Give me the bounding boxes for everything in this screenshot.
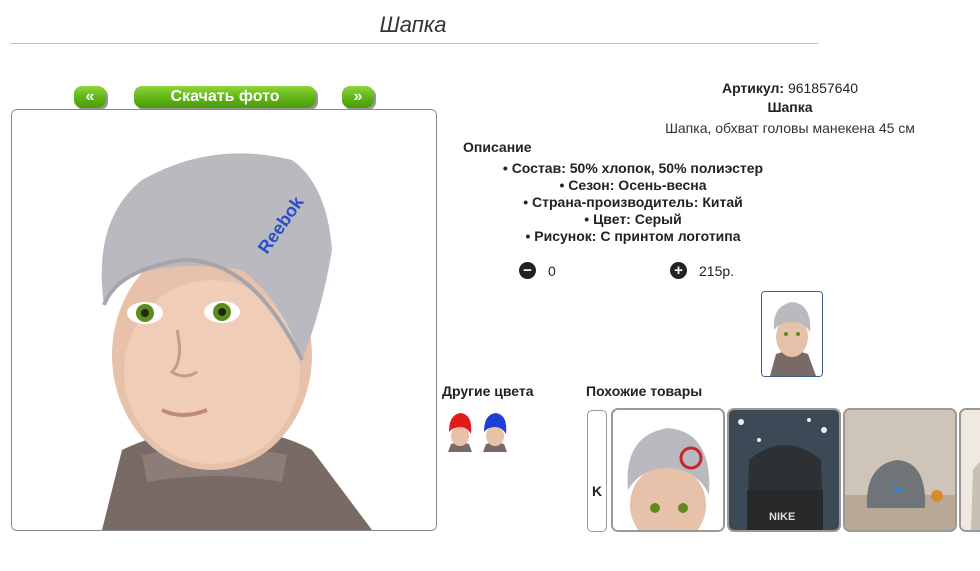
similar-product-image: NIKE bbox=[729, 410, 839, 530]
price-control: + 215р. bbox=[670, 262, 734, 279]
property-pattern: Рисунок: С принтом логотипа bbox=[534, 228, 741, 244]
quantity-control: − 0 bbox=[519, 262, 556, 279]
page-title: Шапка bbox=[379, 12, 447, 37]
similar-product-card[interactable] bbox=[611, 408, 725, 532]
property-item: • Рисунок: С принтом логотипа bbox=[525, 228, 741, 244]
color-swatch-red[interactable] bbox=[445, 410, 475, 452]
title-divider bbox=[10, 43, 818, 44]
product-name: Шапка bbox=[767, 99, 813, 115]
thumbnail-image bbox=[762, 292, 822, 376]
next-photo-button[interactable]: » bbox=[342, 86, 374, 108]
similar-product-card[interactable] bbox=[959, 408, 980, 532]
property-list: • Состав: 50% хлопок, 50% полиэстер • Се… bbox=[463, 160, 803, 245]
sku-label: Артикул: bbox=[721, 80, 785, 96]
product-description: Шапка, обхват головы манекена 45 см bbox=[665, 120, 915, 136]
property-color: Цвет: Серый bbox=[593, 211, 682, 227]
download-photo-button[interactable]: Скачать фото bbox=[134, 86, 316, 108]
property-item: • Страна-производитель: Китай bbox=[523, 194, 743, 210]
property-item: • Сезон: Осень-весна bbox=[559, 177, 707, 193]
quantity-value: 0 bbox=[548, 262, 556, 279]
price-value: 215р. bbox=[699, 262, 735, 279]
sku-value: 961857640 bbox=[787, 80, 859, 96]
color-swatch-blue[interactable] bbox=[480, 410, 510, 452]
similar-product-card[interactable] bbox=[843, 408, 957, 532]
property-item: • Цвет: Серый bbox=[584, 211, 682, 227]
property-country: Страна-производитель: Китай bbox=[532, 194, 743, 210]
svg-text:NIKE: NIKE bbox=[769, 511, 795, 523]
minus-icon[interactable]: − bbox=[519, 262, 536, 279]
blue-hat-image bbox=[480, 410, 510, 452]
red-hat-image bbox=[445, 410, 475, 452]
similar-product-image bbox=[845, 410, 955, 530]
other-colors-title: Другие цвета bbox=[442, 383, 534, 399]
similar-product-card[interactable]: NIKE bbox=[727, 408, 841, 532]
sku-line: Артикул: 961857640 bbox=[660, 80, 920, 96]
main-product-photo[interactable]: Reebok bbox=[11, 109, 437, 531]
plus-icon[interactable]: + bbox=[670, 262, 687, 279]
property-composition: Состав: 50% хлопок, 50% полиэстер bbox=[511, 160, 764, 176]
similar-product-image bbox=[613, 410, 723, 530]
similar-product-image bbox=[961, 410, 980, 530]
mannequin-gray-hat-image: Reebok bbox=[12, 110, 436, 530]
similar-products-title: Похожие товары bbox=[586, 383, 703, 399]
property-season: Сезон: Осень-весна bbox=[568, 177, 707, 193]
prev-photo-button[interactable]: « bbox=[74, 86, 106, 108]
photo-thumbnail[interactable] bbox=[761, 291, 823, 377]
skip-back-icon[interactable]: K bbox=[587, 410, 607, 532]
description-title: Описание bbox=[463, 139, 532, 155]
property-item: • Состав: 50% хлопок, 50% полиэстер bbox=[502, 160, 764, 176]
